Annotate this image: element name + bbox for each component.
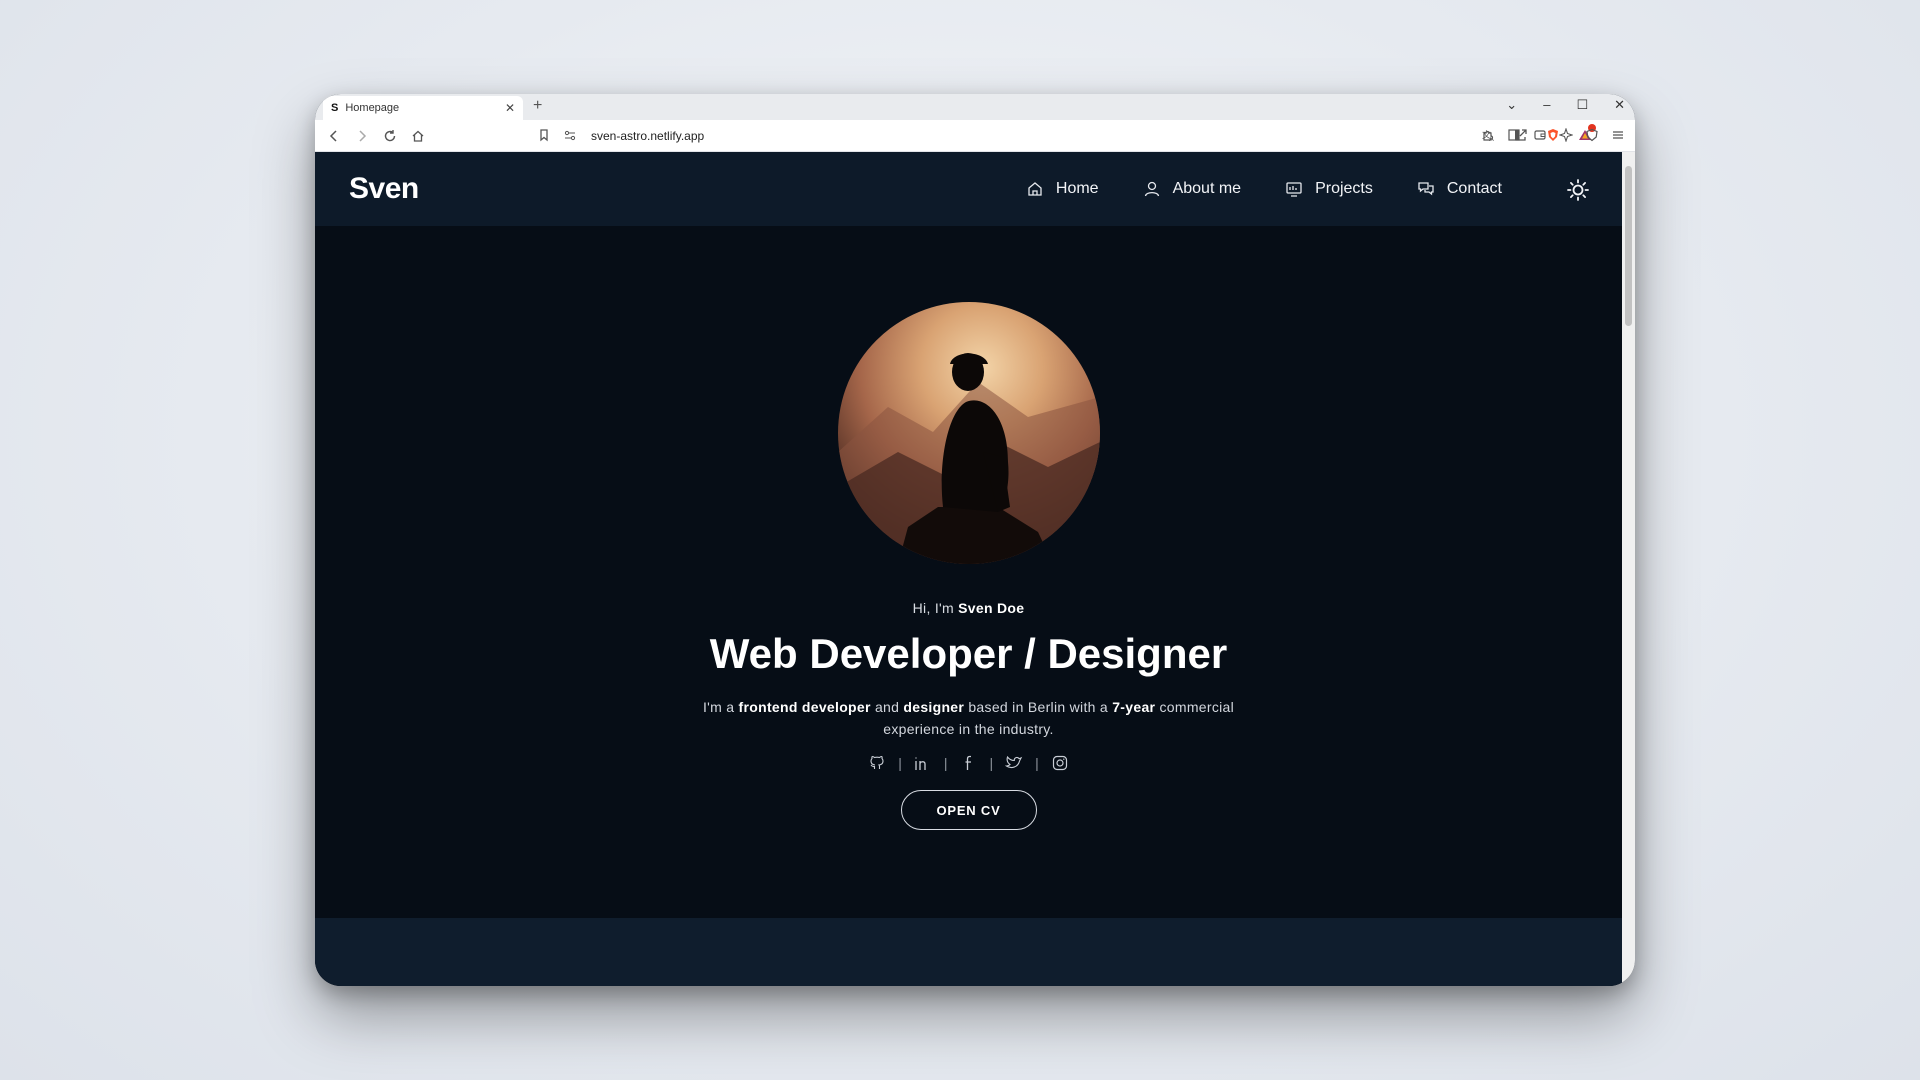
sidebar-icon[interactable] <box>1507 128 1521 147</box>
menu-icon[interactable] <box>1611 128 1625 147</box>
desc-part: based in Berlin with a <box>964 699 1113 715</box>
desc-part: I'm a <box>702 699 739 715</box>
tab-strip: S Homepage ✕ + ⌄ – ☐ ✕ <box>315 94 1635 120</box>
desc-emphasis: 7-year <box>1112 699 1156 715</box>
page-content: Sven Home About me Projects Contact Hi, … <box>315 152 1622 986</box>
favicon: S <box>331 102 339 114</box>
tab-title: Homepage <box>345 102 400 114</box>
github-icon[interactable] <box>868 754 886 772</box>
chat-icon <box>1418 182 1434 196</box>
site-logo[interactable]: Sven <box>349 172 419 206</box>
greeting-name: Sven Doe <box>958 600 1025 616</box>
leo-ai-icon[interactable] <box>1559 128 1573 147</box>
browser-tab[interactable]: S Homepage ✕ <box>323 96 523 120</box>
vpn-icon[interactable] <box>1585 128 1599 147</box>
nav-projects-label: Projects <box>1315 180 1373 197</box>
hero-headline: Web Developer / Designer <box>709 630 1228 677</box>
user-icon <box>1144 181 1159 197</box>
tab-search-icon[interactable]: ⌄ <box>1506 97 1517 113</box>
reload-icon[interactable] <box>383 129 397 143</box>
back-icon[interactable] <box>327 129 341 143</box>
hero-section: Hi, I'm Sven Doe Web Developer / Designe… <box>315 226 1622 918</box>
nav-about[interactable]: About me <box>1143 180 1241 198</box>
maximize-icon[interactable]: ☐ <box>1576 97 1588 113</box>
main-nav: Home About me Projects Contact <box>1026 152 1502 226</box>
nav-projects[interactable]: Projects <box>1285 180 1373 198</box>
nav-home[interactable]: Home <box>1026 180 1099 198</box>
address-bar[interactable]: sven-astro.netlify.app 文A <box>537 123 1596 147</box>
social-separator: | <box>1035 755 1039 771</box>
close-window-icon[interactable]: ✕ <box>1614 97 1625 113</box>
home-icon <box>1028 182 1042 196</box>
window-controls: ⌄ – ☐ ✕ <box>1506 97 1625 113</box>
linkedin-icon[interactable] <box>914 754 932 772</box>
greeting: Hi, I'm Sven Doe <box>913 600 1025 616</box>
hero-description: I'm a frontend developer and designer ba… <box>679 696 1259 740</box>
profile-photo-illustration <box>837 353 1100 564</box>
bookmark-icon[interactable] <box>537 128 551 145</box>
new-tab-icon[interactable]: + <box>533 97 542 115</box>
social-separator: | <box>943 755 948 771</box>
site-settings-icon[interactable] <box>563 128 577 145</box>
presentation-icon <box>1286 182 1302 197</box>
social-separator: | <box>989 755 994 771</box>
browser-toolbar: sven-astro.netlify.app 文A <box>315 120 1635 152</box>
page-scrollbar[interactable] <box>1622 152 1635 986</box>
desc-part: and <box>870 699 904 715</box>
nav-contact[interactable]: Contact <box>1417 180 1502 198</box>
instagram-icon[interactable] <box>1051 754 1069 772</box>
desc-emphasis: designer <box>903 699 965 715</box>
extensions-icon[interactable] <box>1481 128 1495 147</box>
nav-about-label: About me <box>1172 180 1242 197</box>
browser-window: S Homepage ✕ + ⌄ – ☐ ✕ sven-astro.netlif… <box>315 94 1635 986</box>
wallet-icon[interactable] <box>1533 128 1547 147</box>
desc-emphasis: frontend developer <box>738 699 871 715</box>
nav-home-label: Home <box>1055 180 1099 197</box>
nav-contact-label: Contact <box>1446 180 1502 197</box>
home-icon[interactable] <box>411 129 425 143</box>
facebook-icon[interactable] <box>960 754 978 772</box>
social-separator: | <box>898 755 902 771</box>
forward-icon[interactable] <box>355 129 369 143</box>
site-header: Sven Home About me Projects Contact <box>315 152 1622 226</box>
twitter-icon[interactable] <box>1005 754 1023 772</box>
close-tab-icon[interactable]: ✕ <box>505 101 515 115</box>
next-section <box>315 918 1622 986</box>
social-links: | | | | <box>868 754 1069 772</box>
minimize-icon[interactable]: – <box>1543 97 1550 113</box>
scrollbar-thumb[interactable] <box>1625 166 1632 326</box>
profile-photo <box>837 302 1100 564</box>
open-cv-button[interactable]: OPEN CV <box>900 790 1037 830</box>
sun-icon[interactable] <box>1566 178 1590 202</box>
greeting-prefix: Hi, I'm <box>912 600 959 616</box>
url-text[interactable]: sven-astro.netlify.app <box>591 129 704 143</box>
